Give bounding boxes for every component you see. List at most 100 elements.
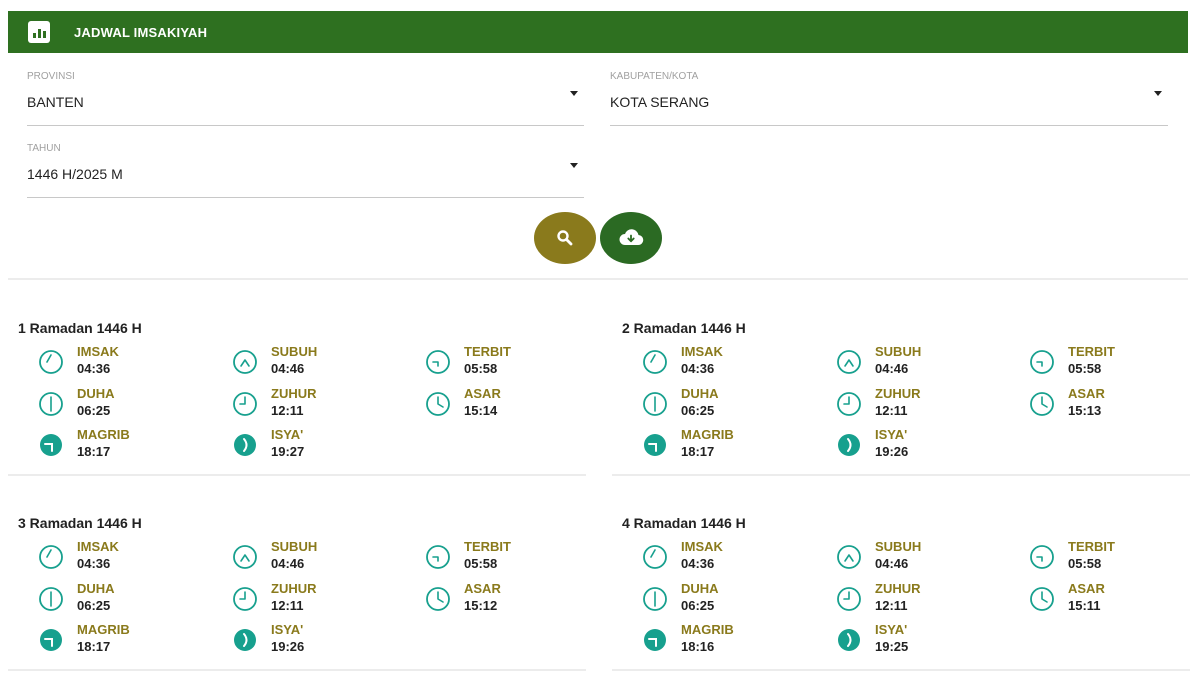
download-button[interactable] bbox=[600, 212, 662, 264]
dropdown-arrow-icon[interactable] bbox=[570, 91, 578, 96]
day-card: 2 Ramadan 1446 H IMSAK 04:36 SUBUH 04:46 TERB… bbox=[612, 296, 1190, 476]
prayer-time-item: ZUHUR 12:11 bbox=[826, 581, 1016, 617]
clock-imsak-icon bbox=[643, 545, 667, 569]
prayer-time: 19:25 bbox=[875, 639, 909, 654]
prayer-time-item: MAGRIB 18:17 bbox=[632, 427, 822, 463]
prayer-name: ISYA' bbox=[271, 622, 304, 637]
dropdown-arrow-icon[interactable] bbox=[1154, 91, 1162, 96]
clock-magrib-icon bbox=[40, 629, 62, 651]
prayer-time-item: ZUHUR 12:11 bbox=[222, 386, 412, 422]
prayer-name: DUHA bbox=[77, 581, 115, 596]
day-title: 1 Ramadan 1446 H bbox=[18, 320, 142, 336]
prayer-time-item: TERBIT 05:58 bbox=[415, 344, 605, 380]
day-title: 2 Ramadan 1446 H bbox=[622, 320, 746, 336]
app-header: JADWAL IMSAKIYAH bbox=[8, 11, 1188, 53]
clock-imsak-icon bbox=[643, 350, 667, 374]
day-title: 3 Ramadan 1446 H bbox=[18, 515, 142, 531]
prayer-time-item: ASAR 15:12 bbox=[415, 581, 605, 617]
prayer-time: 06:25 bbox=[77, 403, 111, 418]
clock-duha-icon bbox=[39, 392, 63, 416]
prayer-time-item: SUBUH 04:46 bbox=[222, 344, 412, 380]
kota-value: KOTA SERANG bbox=[610, 94, 710, 110]
prayer-name: ZUHUR bbox=[875, 386, 921, 401]
prayer-time: 04:46 bbox=[271, 361, 305, 376]
prayer-name: DUHA bbox=[681, 581, 719, 596]
prayer-time: 15:12 bbox=[464, 598, 498, 613]
prayer-name: DUHA bbox=[77, 386, 115, 401]
prayer-name: ISYA' bbox=[875, 622, 908, 637]
prayer-name: IMSAK bbox=[681, 344, 723, 359]
prayer-name: TERBIT bbox=[1068, 539, 1115, 554]
clock-terbit-icon bbox=[426, 545, 450, 569]
prayer-name: TERBIT bbox=[464, 344, 511, 359]
prayer-time-item: ISYA' 19:26 bbox=[222, 622, 412, 658]
clock-imsak-icon bbox=[39, 545, 63, 569]
prayer-name: TERBIT bbox=[464, 539, 511, 554]
prayer-name: DUHA bbox=[681, 386, 719, 401]
prayer-time: 19:26 bbox=[271, 639, 305, 654]
search-button[interactable] bbox=[534, 212, 596, 264]
prayer-name: SUBUH bbox=[271, 539, 318, 554]
prayer-time: 04:46 bbox=[875, 361, 909, 376]
prayer-time: 05:58 bbox=[1068, 556, 1102, 571]
dropdown-arrow-icon[interactable] bbox=[570, 163, 578, 168]
clock-subuh-icon bbox=[233, 545, 257, 569]
prayer-time: 04:46 bbox=[875, 556, 909, 571]
kota-select[interactable]: KABUPATEN/KOTA KOTA SERANG bbox=[610, 71, 1168, 126]
day-card: 4 Ramadan 1446 H IMSAK 04:36 SUBUH 04:46 TERB… bbox=[612, 491, 1190, 671]
prayer-name: ASAR bbox=[1068, 386, 1105, 401]
clock-zuhur-icon bbox=[233, 587, 257, 611]
tahun-label: TAHUN bbox=[27, 143, 61, 154]
clock-asar-icon bbox=[1030, 392, 1054, 416]
prayer-time: 12:11 bbox=[875, 403, 908, 418]
prayer-time-item: ISYA' 19:27 bbox=[222, 427, 412, 463]
prayer-time-item: ASAR 15:14 bbox=[415, 386, 605, 422]
clock-imsak-icon bbox=[39, 350, 63, 374]
prayer-time-item: MAGRIB 18:17 bbox=[28, 622, 218, 658]
prayer-time: 18:17 bbox=[77, 444, 111, 459]
clock-duha-icon bbox=[643, 392, 667, 416]
prayer-name: ISYA' bbox=[875, 427, 908, 442]
provinsi-select[interactable]: PROVINSI BANTEN bbox=[27, 71, 584, 126]
clock-asar-icon bbox=[426, 392, 450, 416]
prayer-time: 15:13 bbox=[1068, 403, 1102, 418]
clock-zuhur-icon bbox=[837, 587, 861, 611]
prayer-time: 15:11 bbox=[1068, 598, 1101, 613]
prayer-time: 19:26 bbox=[875, 444, 909, 459]
prayer-time-item: IMSAK 04:36 bbox=[28, 539, 218, 575]
clock-asar-icon bbox=[1030, 587, 1054, 611]
page-title: JADWAL IMSAKIYAH bbox=[74, 24, 208, 40]
prayer-name: MAGRIB bbox=[77, 427, 130, 442]
day-title: 4 Ramadan 1446 H bbox=[622, 515, 746, 531]
day-card: 1 Ramadan 1446 H IMSAK 04:36 SUBUH 04:46 TERB… bbox=[8, 296, 586, 476]
prayer-time-item: IMSAK 04:36 bbox=[632, 539, 822, 575]
prayer-name: ZUHUR bbox=[271, 581, 317, 596]
prayer-time-item: IMSAK 04:36 bbox=[28, 344, 218, 380]
prayer-time-item: ASAR 15:13 bbox=[1019, 386, 1200, 422]
prayer-time-item: SUBUH 04:46 bbox=[222, 539, 412, 575]
prayer-time: 04:36 bbox=[77, 556, 111, 571]
prayer-name: SUBUH bbox=[271, 344, 318, 359]
prayer-name: ZUHUR bbox=[875, 581, 921, 596]
prayer-name: MAGRIB bbox=[77, 622, 130, 637]
search-icon bbox=[557, 230, 573, 246]
prayer-name: IMSAK bbox=[77, 344, 119, 359]
prayer-name: SUBUH bbox=[875, 539, 922, 554]
clock-duha-icon bbox=[643, 587, 667, 611]
clock-duha-icon bbox=[39, 587, 63, 611]
clock-subuh-icon bbox=[233, 350, 257, 374]
prayer-time: 12:11 bbox=[875, 598, 908, 613]
prayer-time-item: ISYA' 19:25 bbox=[826, 622, 1016, 658]
tahun-value: 1446 H/2025 M bbox=[27, 166, 123, 182]
prayer-name: ZUHUR bbox=[271, 386, 317, 401]
clock-isya-icon bbox=[234, 434, 256, 456]
clock-zuhur-icon bbox=[837, 392, 861, 416]
prayer-time: 12:11 bbox=[271, 403, 304, 418]
prayer-time-item: ZUHUR 12:11 bbox=[222, 581, 412, 617]
prayer-time-item: ASAR 15:11 bbox=[1019, 581, 1200, 617]
tahun-select[interactable]: TAHUN 1446 H/2025 M bbox=[27, 143, 584, 198]
prayer-time: 06:25 bbox=[681, 403, 715, 418]
provinsi-value: BANTEN bbox=[27, 94, 84, 110]
clock-terbit-icon bbox=[426, 350, 450, 374]
clock-magrib-icon bbox=[40, 434, 62, 456]
